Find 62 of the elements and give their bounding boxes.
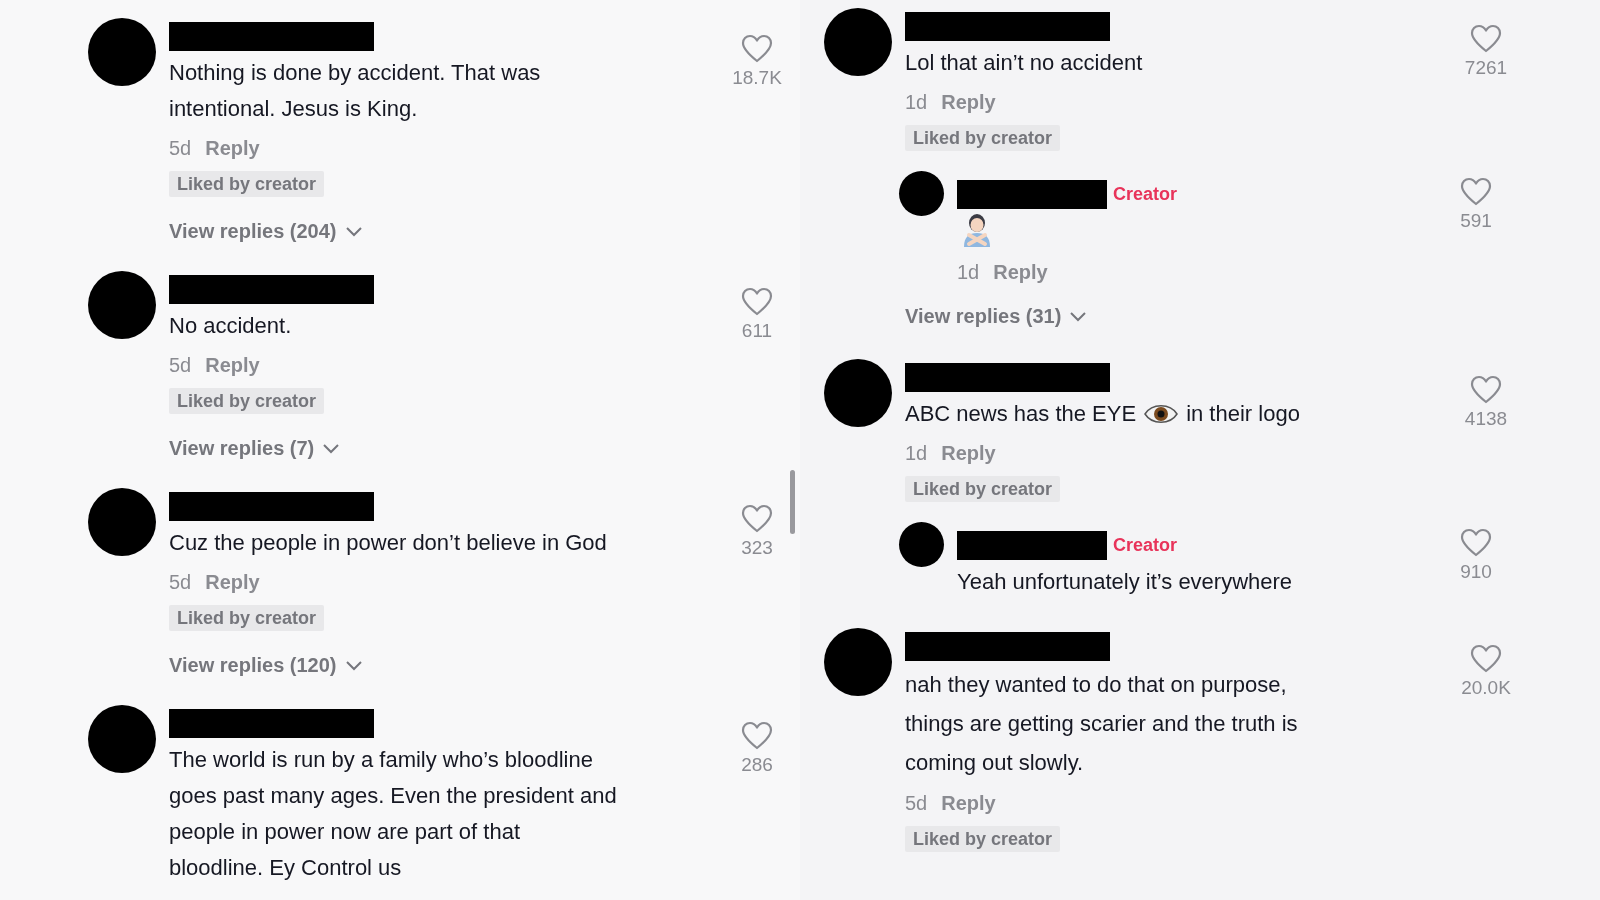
like-count: 323	[741, 537, 773, 559]
liked-by-creator-tag: Liked by creator	[905, 476, 1061, 502]
comment-time: 5d	[169, 136, 192, 161]
view-replies-link[interactable]: View replies (204)	[169, 216, 709, 246]
chevron-down-icon	[322, 442, 341, 454]
reply-link[interactable]: Reply	[941, 87, 996, 117]
comment-time: 5d	[169, 570, 192, 595]
heart-icon[interactable]	[1470, 24, 1502, 53]
like-count: 591	[1460, 210, 1492, 232]
like-count: 20.0K	[1461, 677, 1511, 699]
comment-time: 1d	[905, 90, 928, 115]
heart-icon[interactable]	[741, 504, 773, 533]
like-count: 18.7K	[732, 67, 782, 89]
reply-text: Yeah unfortunately it’s everywhere	[957, 568, 1294, 596]
heart-icon[interactable]	[741, 721, 773, 750]
comment-text: Nothing is done by accident. That was intentional. Jesus is King.	[169, 59, 542, 123]
avatar[interactable]	[899, 522, 944, 567]
creator-label: Creator	[1113, 535, 1178, 556]
chevron-down-icon	[344, 659, 363, 671]
like-count: 286	[741, 754, 773, 776]
comment-time: 5d	[169, 353, 192, 378]
heart-icon[interactable]	[1470, 375, 1502, 404]
comment-time: 5d	[905, 791, 928, 816]
comment-text: in their logo	[1186, 400, 1300, 428]
comment-text: No accident.	[169, 312, 293, 340]
reply-link[interactable]: Reply	[205, 567, 260, 597]
comment-text: Lol that ain’t no accident	[905, 49, 1144, 77]
like-count: 4138	[1464, 408, 1508, 430]
person-crossed-arms-icon	[961, 213, 993, 247]
reply-link[interactable]: Reply	[941, 438, 996, 468]
view-replies-link[interactable]: View replies (31)	[905, 301, 1433, 331]
comment-text: Cuz the people in power don’t believe in God	[169, 529, 608, 557]
comment-text: The world is run by a family who’s bloodline goes past many ages. Even the president and people in power now are part of that bloodline. Ey Control us	[169, 746, 618, 882]
like-count: 910	[1460, 561, 1492, 583]
reply-link[interactable]: Reply	[993, 257, 1048, 287]
like-count: 611	[741, 320, 773, 342]
view-replies-link[interactable]: View replies (120)	[169, 650, 709, 680]
liked-by-creator-tag: Liked by creator	[169, 605, 325, 631]
heart-icon[interactable]	[1460, 528, 1492, 557]
chevron-down-icon	[1069, 310, 1088, 322]
heart-icon[interactable]	[741, 287, 773, 316]
reply-link[interactable]: Reply	[205, 133, 260, 163]
liked-by-creator-tag: Liked by creator	[169, 388, 325, 414]
view-replies-link[interactable]: View replies (7)	[169, 433, 709, 463]
like-count: 7261	[1464, 57, 1508, 79]
comment-text: ABC news has the EYE	[905, 400, 1137, 428]
reply-link[interactable]: Reply	[205, 350, 260, 380]
heart-icon[interactable]	[1470, 644, 1502, 673]
heart-icon[interactable]	[1460, 177, 1492, 206]
chevron-down-icon	[344, 225, 363, 237]
liked-by-creator-tag: Liked by creator	[169, 171, 325, 197]
liked-by-creator-tag: Liked by creator	[905, 826, 1061, 852]
reply-link[interactable]: Reply	[941, 788, 996, 818]
creator-label: Creator	[1113, 184, 1178, 205]
avatar[interactable]	[899, 171, 944, 216]
comment-text: nah they wanted to do that on purpose, things are getting scarier and the truth is coming out slowly.	[905, 671, 1299, 777]
scrollbar[interactable]	[790, 470, 795, 534]
eye-icon	[1144, 402, 1179, 426]
heart-icon[interactable]	[741, 34, 773, 63]
comment-time: 1d	[905, 441, 928, 466]
liked-by-creator-tag: Liked by creator	[905, 125, 1061, 151]
comment-time: 1d	[957, 260, 980, 285]
